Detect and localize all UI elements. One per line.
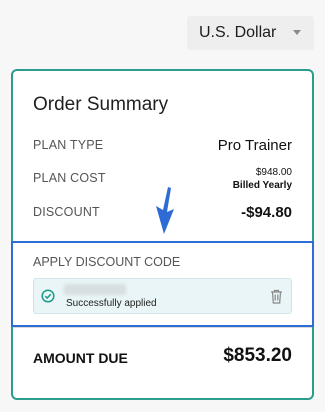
- discount-label: DISCOUNT: [33, 205, 100, 219]
- order-summary-card: Order Summary PLAN TYPE Pro Trainer PLAN…: [11, 69, 314, 400]
- discount-applied-status: Successfully applied: [66, 298, 157, 309]
- applied-code-panel: Successfully applied: [33, 278, 292, 314]
- plan-cost-billing: Billed Yearly: [232, 180, 292, 191]
- plan-cost-price: $948.00: [255, 167, 292, 178]
- discount-value: -$94.80: [241, 204, 292, 221]
- summary-divider: [13, 327, 312, 328]
- currency-select-value: U.S. Dollar: [199, 24, 277, 41]
- currency-select[interactable]: U.S. Dollar: [187, 16, 314, 50]
- amount-due-label: AMOUNT DUE: [33, 350, 128, 366]
- amount-due-value: $853.20: [223, 345, 292, 366]
- chevron-down-icon: [293, 30, 301, 35]
- discount-code-section: APPLY DISCOUNT CODE Successfully applied: [11, 241, 314, 327]
- discount-code-label: APPLY DISCOUNT CODE: [33, 255, 181, 269]
- redacted-discount-code: [64, 284, 126, 295]
- order-summary-title: Order Summary: [33, 94, 169, 115]
- plan-type-label: PLAN TYPE: [33, 138, 104, 152]
- annotation-arrow-icon: [156, 187, 174, 234]
- plan-cost-label: PLAN COST: [33, 171, 106, 185]
- plan-type-value: Pro Trainer: [217, 137, 292, 154]
- trash-icon[interactable]: [270, 289, 283, 304]
- check-circle-icon: [41, 289, 55, 303]
